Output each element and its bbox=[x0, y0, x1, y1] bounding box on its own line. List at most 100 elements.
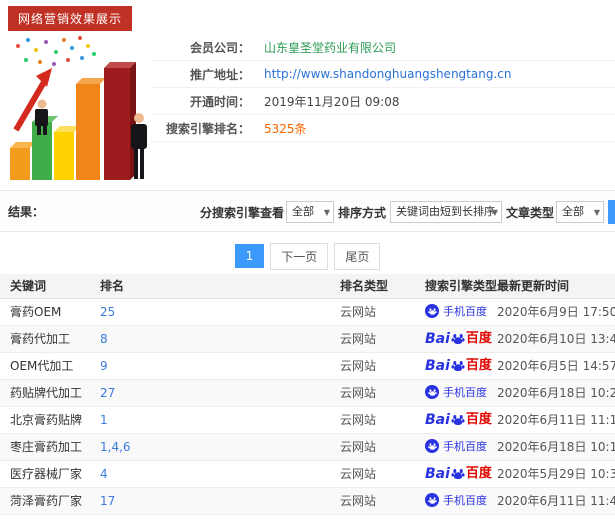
rank-link[interactable]: 17 bbox=[100, 494, 115, 508]
table-row: 膏药OEM 25 云网站 Bai 百度 手机百度 2020年6月9日 17:50 bbox=[0, 298, 615, 326]
mobile-baidu-icon: 手机百度 bbox=[425, 493, 487, 508]
engine-cell: Bai 百度 手机百度 bbox=[425, 325, 497, 353]
rank-type-cell: 云网站 bbox=[340, 325, 425, 353]
keyword-cell: OEM代加工 bbox=[0, 352, 100, 380]
info-fields: 会员公司： 山东皇圣堂药业有限公司 推广地址： http://www.shand… bbox=[150, 34, 615, 142]
baidu-logo-icon: Bai 百度 bbox=[425, 467, 492, 481]
updated-cell: 2020年6月5日 14:57 bbox=[497, 352, 615, 380]
marketing-graphic bbox=[6, 32, 158, 182]
baidu-logo-text-du: 百度 bbox=[465, 466, 492, 481]
col-header-rank: 排名 bbox=[100, 274, 340, 299]
info-section: 会员公司： 山东皇圣堂药业有限公司 推广地址： http://www.shand… bbox=[0, 30, 615, 188]
company-name-link[interactable]: 山东皇圣堂药业有限公司 bbox=[264, 39, 396, 56]
rank-type-cell: 云网站 bbox=[340, 379, 425, 407]
info-field-row: 推广地址： http://www.shandonghuangshengtang.… bbox=[150, 61, 615, 88]
confetti-dots bbox=[16, 36, 96, 66]
keyword-cell: 药贴牌代加工 bbox=[0, 379, 100, 407]
table-row: 枣庄膏药加工 1,4,6 云网站 Bai 百度 手机百度 2020年6月18日 … bbox=[0, 433, 615, 461]
keyword-cell: 枣庄膏药加工 bbox=[0, 433, 100, 461]
type-filter-value: 全部 bbox=[562, 205, 585, 218]
rank-link[interactable]: 9 bbox=[100, 359, 108, 373]
baidu-paw-icon bbox=[451, 360, 465, 371]
filter-controls: 分搜索引擎查看 全部 ▼ 排序方式 关键词由短到长排序 ▼ 文章类型 全部 ▼ … bbox=[200, 191, 615, 233]
mobile-baidu-paw-icon bbox=[425, 493, 439, 508]
rank-type-cell: 云网站 bbox=[340, 487, 425, 515]
updated-cell: 2020年6月18日 10:19 bbox=[497, 433, 615, 461]
baidu-logo-text-du: 百度 bbox=[465, 331, 492, 346]
rank-link[interactable]: 25 bbox=[100, 305, 115, 319]
engine-cell: Bai 百度 手机百度 bbox=[425, 487, 497, 515]
page-button-current[interactable]: 1 bbox=[234, 244, 265, 268]
baidu-logo-text-du: 百度 bbox=[465, 412, 492, 427]
info-field-row: 搜索引擎排名： 5325条 bbox=[150, 115, 615, 142]
rank-type-cell: 云网站 bbox=[340, 406, 425, 434]
info-field-row: 开通时间： 2019年11月20日 09:08 bbox=[150, 88, 615, 115]
updated-cell: 2020年6月11日 11:40 bbox=[497, 487, 615, 515]
table-row: 北京膏药贴牌 1 云网站 Bai 百度 手机百度 2020年6月11日 11:1… bbox=[0, 406, 615, 434]
type-filter-label: 文章类型 bbox=[506, 205, 555, 220]
baidu-logo-icon: Bai 百度 bbox=[425, 332, 492, 346]
updated-cell: 2020年6月10日 13:40 bbox=[497, 325, 615, 353]
baidu-logo-text-bai: Bai bbox=[425, 330, 450, 347]
chevron-down-icon: ▼ bbox=[593, 208, 601, 217]
engine-filter-select[interactable]: 全部 ▼ bbox=[286, 201, 335, 223]
engine-filter-value: 全部 bbox=[292, 205, 315, 218]
results-label: 结果： bbox=[8, 204, 45, 219]
chevron-down-icon: ▼ bbox=[323, 208, 331, 217]
page-button-next[interactable]: 下一页 bbox=[270, 242, 329, 270]
table-row: 膏药代加工 8 云网站 Bai 百度 手机百度 2020年6月10日 13:40 bbox=[0, 325, 615, 353]
mobile-baidu-icon: 手机百度 bbox=[425, 439, 487, 454]
rank-count-value: 5325条 bbox=[264, 121, 307, 136]
mobile-baidu-label: 手机百度 bbox=[443, 493, 487, 507]
table-header-row: 关键词 排名 排名类型 搜索引擎类型 最新更新时间 bbox=[0, 274, 615, 299]
sort-filter-select[interactable]: 关键词由短到长排序 ▼ bbox=[390, 201, 503, 223]
baidu-logo-icon: Bai 百度 bbox=[425, 359, 492, 373]
engine-cell: Bai 百度 手机百度 bbox=[425, 298, 497, 326]
baidu-paw-icon bbox=[451, 468, 465, 479]
chevron-down-icon: ▼ bbox=[491, 208, 499, 217]
baidu-logo-icon: Bai 百度 bbox=[425, 413, 492, 427]
page-title: 网络营销效果展示 bbox=[8, 6, 133, 31]
company-label: 会员公司： bbox=[189, 40, 250, 55]
engine-cell: Bai 百度 手机百度 bbox=[425, 460, 497, 488]
baidu-paw-icon bbox=[451, 414, 465, 425]
bar-chart-growth-image bbox=[10, 36, 147, 180]
table-row: 菏泽膏药厂家 17 云网站 Bai 百度 手机百度 2020年6月11日 11:… bbox=[0, 487, 615, 515]
mobile-baidu-label: 手机百度 bbox=[443, 439, 487, 453]
engine-cell: Bai 百度 手机百度 bbox=[425, 406, 497, 434]
rank-type-cell: 云网站 bbox=[340, 460, 425, 488]
rank-link[interactable]: 8 bbox=[100, 332, 108, 346]
keyword-cell: 北京膏药贴牌 bbox=[0, 406, 100, 434]
type-filter-select[interactable]: 全部 ▼ bbox=[556, 201, 605, 223]
sort-filter-value: 关键词由短到长排序 bbox=[396, 205, 496, 218]
page-button-last[interactable]: 尾页 bbox=[334, 242, 381, 270]
col-header-keyword: 关键词 bbox=[0, 274, 100, 299]
mobile-baidu-icon: 手机百度 bbox=[425, 304, 487, 319]
info-field-row: 会员公司： 山东皇圣堂药业有限公司 bbox=[150, 34, 615, 61]
engine-cell: Bai 百度 手机百度 bbox=[425, 379, 497, 407]
mobile-baidu-label: 手机百度 bbox=[443, 385, 487, 399]
rank-link[interactable]: 4 bbox=[100, 467, 108, 481]
baidu-logo-text-bai: Bai bbox=[425, 465, 450, 482]
baidu-logo-text-bai: Bai bbox=[425, 357, 450, 374]
bars bbox=[10, 62, 136, 180]
engine-filter-label: 分搜索引擎查看 bbox=[200, 205, 285, 220]
mobile-baidu-label: 手机百度 bbox=[443, 304, 487, 318]
rank-type-cell: 云网站 bbox=[340, 352, 425, 380]
updated-cell: 2020年6月18日 10:25 bbox=[497, 379, 615, 407]
rank-type-cell: 云网站 bbox=[340, 433, 425, 461]
rank-link[interactable]: 27 bbox=[100, 386, 115, 400]
rank-link[interactable]: 1 bbox=[100, 413, 108, 427]
updated-cell: 2020年6月11日 11:18 bbox=[497, 406, 615, 434]
rank-count-label: 搜索引擎排名： bbox=[165, 121, 250, 136]
rank-link[interactable]: 1,4,6 bbox=[100, 440, 131, 454]
pagination: 1 下一页 尾页 bbox=[0, 238, 615, 274]
table-row: 医疗器械厂家 4 云网站 Bai 百度 手机百度 2020年5月29日 10:3… bbox=[0, 460, 615, 488]
submit-button[interactable]: 提交 bbox=[608, 200, 615, 224]
results-table: 关键词 排名 排名类型 搜索引擎类型 最新更新时间 膏药OEM 25 云网站 B… bbox=[0, 274, 615, 515]
promo-url-link[interactable]: http://www.shandonghuangshengtang.cn bbox=[264, 67, 511, 81]
updated-cell: 2020年5月29日 10:32 bbox=[497, 460, 615, 488]
baidu-logo-text-bai: Bai bbox=[425, 411, 450, 428]
table-row: OEM代加工 9 云网站 Bai 百度 手机百度 2020年6月5日 14:57 bbox=[0, 352, 615, 380]
col-header-updated: 最新更新时间 bbox=[497, 274, 615, 299]
